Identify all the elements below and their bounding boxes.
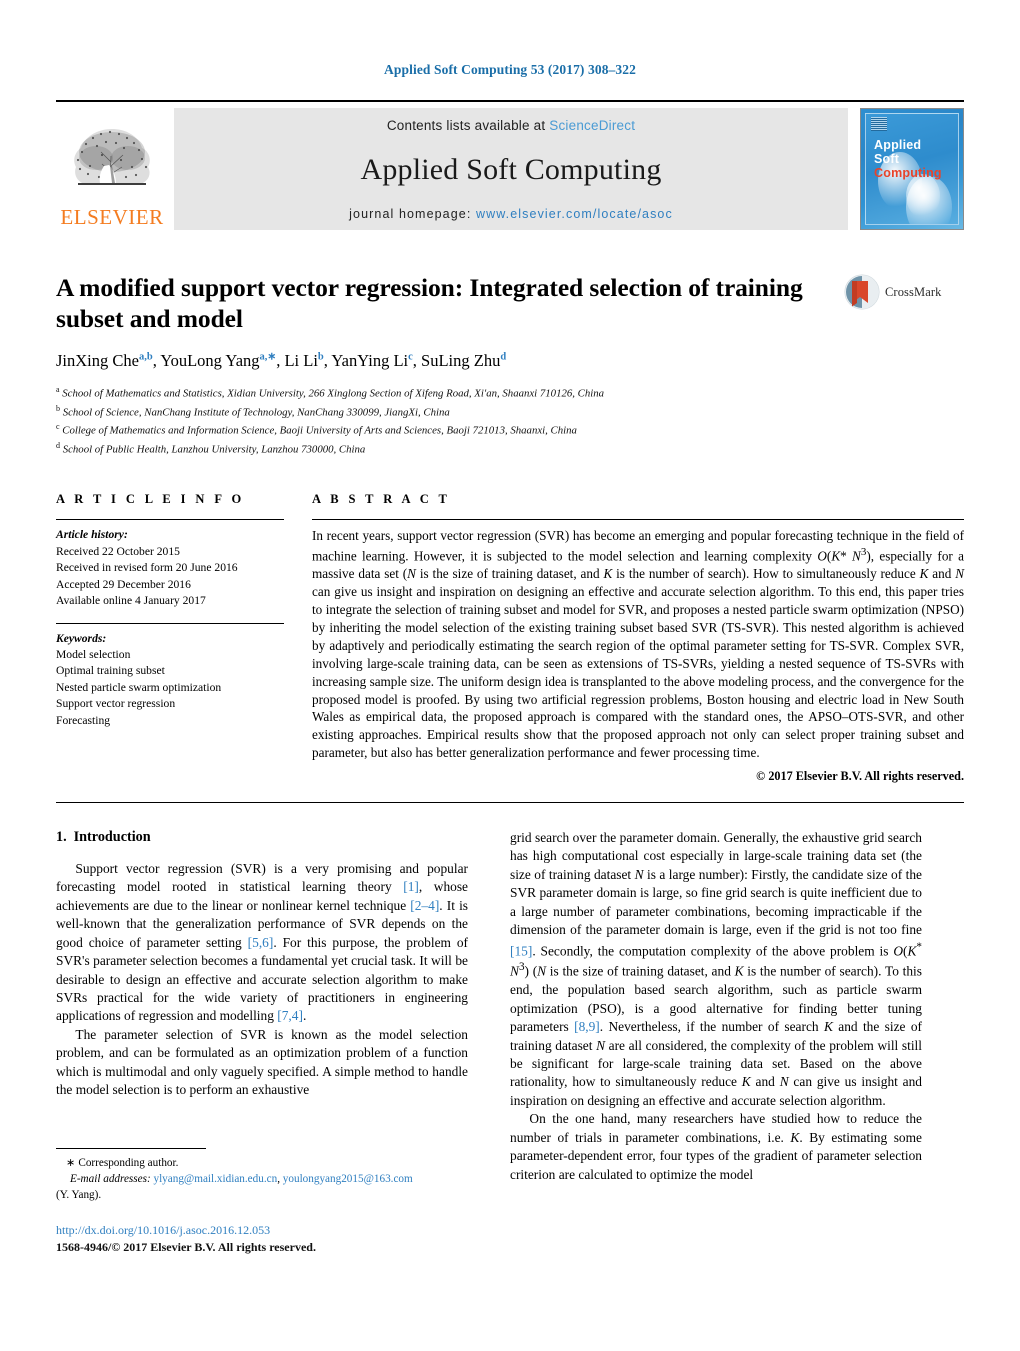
running-head: Applied Soft Computing 53 (2017) 308–322	[384, 62, 636, 77]
history-item: Received in revised form 20 June 2016	[56, 561, 238, 575]
cover-line-3: Computing	[874, 166, 942, 180]
keyword-item: Forecasting	[56, 713, 111, 727]
article-history-label: Article history:	[56, 528, 128, 542]
history-item: Accepted 29 December 2016	[56, 577, 191, 591]
article-history: Article history: Received 22 October 201…	[56, 527, 284, 609]
section-title-text: Introduction	[73, 829, 151, 846]
corresponding-marker: ∗	[66, 1157, 76, 1169]
affiliation-item: b School of Science, NanChang Institute …	[56, 403, 964, 422]
page-title: A modified support vector regression: In…	[56, 273, 803, 334]
history-item: Available online 4 January 2017	[56, 594, 206, 608]
elsevier-logo: ELSEVIER	[56, 108, 168, 230]
paragraph: On the one hand, many researchers have s…	[510, 1111, 922, 1182]
body-column-left: 1. Introduction Support vector regression…	[56, 829, 468, 1184]
cover-line-2: Soft	[874, 152, 900, 166]
journal-homepage-link[interactable]: www.elsevier.com/locate/asoc	[476, 207, 673, 221]
section-heading-introduction: 1. Introduction	[56, 829, 468, 846]
affiliation-text: School of Public Health, Lanzhou Univers…	[62, 443, 366, 456]
crossmark-badge[interactable]: CrossMark	[844, 272, 964, 310]
affiliation-mark: b	[56, 403, 60, 413]
abstract-text: In recent years, support vector regressi…	[312, 528, 964, 761]
corresponding-author-note: ∗ Corresponding author. E-mail addresses:…	[56, 1156, 468, 1204]
affiliation-text: School of Mathematics and Statistics, Xi…	[62, 387, 605, 400]
divider	[56, 519, 284, 521]
contents-prefix: Contents lists available at	[386, 118, 550, 133]
history-item: Received 22 October 2015	[56, 544, 180, 558]
masthead-banner: Contents lists available at ScienceDirec…	[174, 108, 848, 230]
keywords-block: Keywords: Model selection Optimal traini…	[56, 631, 284, 730]
affiliation-mark: d	[56, 440, 60, 450]
author-list: JinXing Chea,b, YouLong Yanga,∗, Li Lib,…	[56, 351, 507, 371]
article-info-heading: A R T I C L E I N F O	[56, 492, 245, 507]
affiliation-mark: a	[56, 385, 60, 395]
divider	[312, 519, 964, 521]
cover-line-1: Applied	[874, 138, 922, 152]
journal-homepage-line: journal homepage: www.elsevier.com/locat…	[349, 207, 673, 221]
journal-masthead: ELSEVIER Contents lists available at Sci…	[56, 100, 964, 230]
crossmark-label: CrossMark	[885, 284, 942, 299]
affiliation-item: d School of Public Health, Lanzhou Unive…	[56, 440, 964, 459]
doi-link[interactable]: http://dx.doi.org/10.1016/j.asoc.2016.12…	[56, 1222, 316, 1239]
affiliation-text: School of Science, NanChang Institute of…	[62, 406, 450, 419]
journal-cover-thumbnail: Applied Soft Computing	[860, 108, 964, 230]
paragraph: grid search over the parameter domain. G…	[510, 830, 922, 1108]
affiliation-mark: c	[56, 422, 60, 432]
email-label: E-mail addresses:	[70, 1172, 151, 1185]
keyword-item: Model selection	[56, 647, 131, 661]
keyword-item: Support vector regression	[56, 697, 176, 711]
contents-line: Contents lists available at ScienceDirec…	[387, 118, 635, 133]
body-column-right: grid search over the parameter domain. G…	[510, 829, 922, 1184]
affiliation-list: a School of Mathematics and Statistics, …	[56, 384, 964, 458]
cover-emblem-icon	[871, 117, 887, 131]
abstract-column: A B S T R A C T In recent years, support…	[312, 492, 964, 784]
homepage-label: journal homepage:	[349, 207, 476, 221]
email-link-primary[interactable]: ylyang@mail.xidian.edu.cn	[153, 1173, 277, 1185]
paragraph: Support vector regression (SVR) is a ver…	[56, 861, 469, 1024]
title-block: A modified support vector regression: In…	[56, 272, 964, 371]
doi-block: http://dx.doi.org/10.1016/j.asoc.2016.12…	[56, 1222, 316, 1257]
info-abstract-row: A R T I C L E I N F O Article history: R…	[56, 492, 964, 784]
divider	[56, 802, 964, 804]
email-link-secondary[interactable]: youlongyang2015@163.com	[283, 1173, 413, 1185]
affiliation-item: c College of Mathematics and Information…	[56, 421, 964, 440]
journal-title: Applied Soft Computing	[360, 153, 662, 186]
paper-page: Applied Soft Computing 53 (2017) 308–322	[0, 0, 1020, 1351]
crossmark-icon	[844, 274, 880, 310]
footnote-block: ∗ Corresponding author. E-mail addresses:…	[56, 1148, 468, 1204]
article-info-column: A R T I C L E I N F O Article history: R…	[56, 492, 312, 784]
corresponding-text: Corresponding author.	[78, 1157, 179, 1169]
body-columns: 1. Introduction Support vector regression…	[56, 829, 964, 1184]
section-number: 1.	[56, 829, 67, 846]
email-attribution: (Y. Yang).	[56, 1188, 102, 1201]
copyright-line: © 2017 Elsevier B.V. All rights reserved…	[756, 769, 964, 784]
keywords-label: Keywords:	[56, 631, 107, 645]
issn-copyright-line: 1568-4946/© 2017 Elsevier B.V. All right…	[56, 1240, 316, 1255]
affiliation-text: College of Mathematics and Information S…	[62, 424, 577, 437]
keyword-item: Optimal training subset	[56, 664, 165, 678]
divider	[56, 622, 284, 624]
footnote-divider	[56, 1148, 206, 1149]
elsevier-wordmark: ELSEVIER	[60, 205, 164, 229]
sciencedirect-link[interactable]: ScienceDirect	[549, 118, 635, 133]
affiliation-item: a School of Mathematics and Statistics, …	[56, 384, 964, 403]
elsevier-tree-icon	[74, 129, 150, 185]
keyword-item: Nested particle swarm optimization	[56, 680, 222, 694]
abstract-heading: A B S T R A C T	[312, 492, 451, 507]
paragraph: The parameter selection of SVR is known …	[56, 1026, 468, 1098]
